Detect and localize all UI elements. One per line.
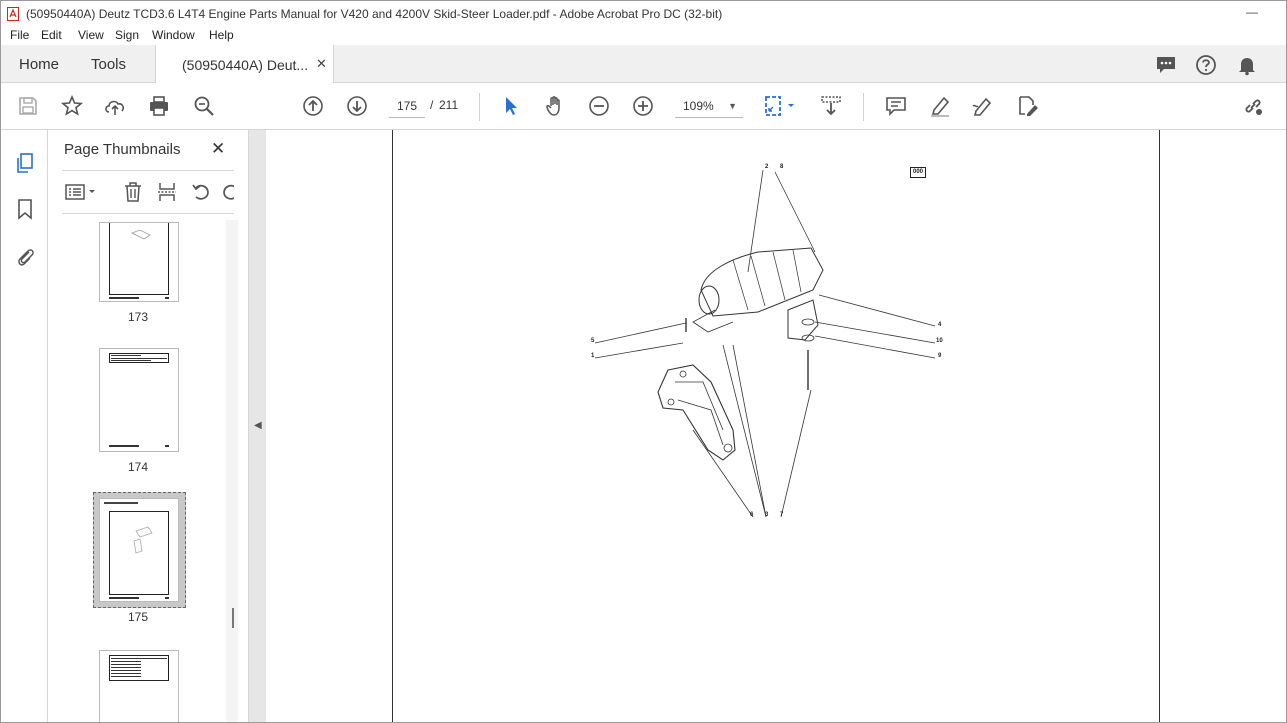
attachments-icon[interactable]: [14, 245, 36, 267]
search-zoom-icon[interactable]: [192, 94, 216, 118]
thumbnail-page-number: 175: [127, 610, 149, 624]
edit-pdf-icon[interactable]: [1015, 94, 1039, 118]
window-title: (50950440A) Deutz TCD3.6 L4T4 Engine Par…: [26, 7, 723, 21]
chevron-down-icon: ▼: [728, 101, 737, 111]
zoom-in-icon[interactable]: [631, 94, 655, 118]
rotate-clockwise-icon[interactable]: [220, 181, 234, 203]
title-bar: (50950440A) Deutz TCD3.6 L4T4 Engine Par…: [1, 1, 1286, 27]
print-icon[interactable]: [147, 94, 171, 118]
page-thumbnails-icon[interactable]: [14, 152, 36, 174]
tab-document-label: (50950440A) Deut...: [182, 57, 309, 73]
zoom-value: 109%: [683, 99, 714, 113]
extract-pages-icon[interactable]: [156, 181, 178, 203]
callout-label: 1: [591, 353, 595, 359]
menu-view[interactable]: View: [78, 28, 104, 42]
menu-edit[interactable]: Edit: [41, 28, 62, 42]
thumbnail-page-number: 173: [127, 310, 149, 324]
bookmarks-icon[interactable]: [14, 198, 36, 220]
share-link-icon[interactable]: [1241, 94, 1265, 118]
zoom-out-icon[interactable]: [587, 94, 611, 118]
callout-label: 5: [591, 338, 595, 344]
document-view[interactable]: 000 2 8 5 1 4 10 9 6 3 7: [266, 130, 1286, 722]
tab-bar: Home Tools (50950440A) Deut... ✕: [1, 45, 1286, 83]
thumbnail-page[interactable]: [99, 222, 179, 302]
thumbnail-page[interactable]: [99, 348, 179, 452]
delete-page-icon[interactable]: [122, 181, 144, 203]
callout-label: 6: [750, 512, 754, 518]
page-fit-icon[interactable]: [763, 94, 799, 118]
acrobat-app-icon: [7, 7, 19, 21]
tab-document[interactable]: (50950440A) Deut... ✕: [155, 45, 334, 83]
save-icon[interactable]: [16, 94, 40, 118]
thumbnail-page-number: 174: [127, 460, 149, 474]
toolbar-divider: [863, 93, 864, 121]
thumbnail-options-icon[interactable]: [64, 181, 98, 203]
prev-page-icon[interactable]: [301, 94, 325, 118]
menu-sign[interactable]: Sign: [115, 28, 139, 42]
scroll-mode-icon[interactable]: [819, 94, 843, 118]
left-navigation-rail: [1, 130, 48, 722]
acrobat-window: (50950440A) Deutz TCD3.6 L4T4 Engine Par…: [0, 0, 1287, 723]
menu-file[interactable]: File: [10, 28, 29, 42]
comments-bubble-icon[interactable]: [1155, 54, 1177, 76]
callout-label: 4: [938, 322, 942, 328]
minimize-button[interactable]: —: [1246, 5, 1258, 19]
thumbnail-scrollbar[interactable]: [226, 220, 238, 722]
main-toolbar: 175 / 211 109% ▼: [1, 83, 1286, 130]
page-separator: /: [430, 98, 434, 112]
notifications-bell-icon[interactable]: [1236, 54, 1258, 76]
callout-label: 3: [765, 512, 769, 518]
menu-help[interactable]: Help: [209, 28, 234, 42]
callout-label: 9: [938, 353, 942, 359]
next-page-icon[interactable]: [345, 94, 369, 118]
thumbnail-page[interactable]: [99, 650, 179, 722]
collapse-panel-icon[interactable]: ◀: [254, 420, 262, 431]
sign-icon[interactable]: [971, 94, 995, 118]
current-page-input[interactable]: 175: [389, 94, 425, 118]
close-tab-icon[interactable]: ✕: [316, 56, 327, 72]
menu-bar: File Edit View Sign Window Help: [1, 27, 1286, 45]
menu-window[interactable]: Window: [152, 28, 195, 42]
hand-icon[interactable]: [543, 94, 567, 118]
tab-home[interactable]: Home: [19, 56, 59, 73]
pdf-page: 000 2 8 5 1 4 10 9 6 3 7: [392, 130, 1160, 722]
rotate-counterclockwise-icon[interactable]: [190, 181, 212, 203]
select-pointer-icon[interactable]: [499, 94, 523, 118]
thumbnail-list: 173 174 175: [48, 216, 228, 722]
total-pages: 211: [439, 98, 459, 112]
callout-label: 10: [936, 338, 943, 344]
bookmark-star-icon[interactable]: [60, 94, 84, 118]
thumbnail-page-selected[interactable]: [99, 498, 179, 602]
panel-title: Page Thumbnails: [64, 141, 181, 158]
callout-label: 8: [780, 164, 784, 170]
panel-splitter[interactable]: ◀: [248, 130, 266, 722]
thumbnails-toolbar: [62, 170, 234, 214]
thumbnail-scrollbar-thumb[interactable]: [232, 608, 234, 628]
close-panel-icon[interactable]: ✕: [211, 139, 225, 159]
exploded-parts-diagram: [594, 169, 936, 518]
comment-icon[interactable]: [884, 94, 908, 118]
upload-icon[interactable]: [103, 94, 127, 118]
help-icon[interactable]: [1195, 54, 1217, 76]
zoom-select[interactable]: 109% ▼: [675, 94, 743, 118]
callout-label: 7: [780, 512, 784, 518]
highlight-icon[interactable]: [928, 94, 952, 118]
toolbar-divider: [479, 93, 480, 121]
tab-tools[interactable]: Tools: [91, 56, 126, 73]
callout-label: 2: [765, 164, 769, 170]
page-thumbnails-panel: Page Thumbnails ✕ 173 174 175: [48, 130, 248, 722]
